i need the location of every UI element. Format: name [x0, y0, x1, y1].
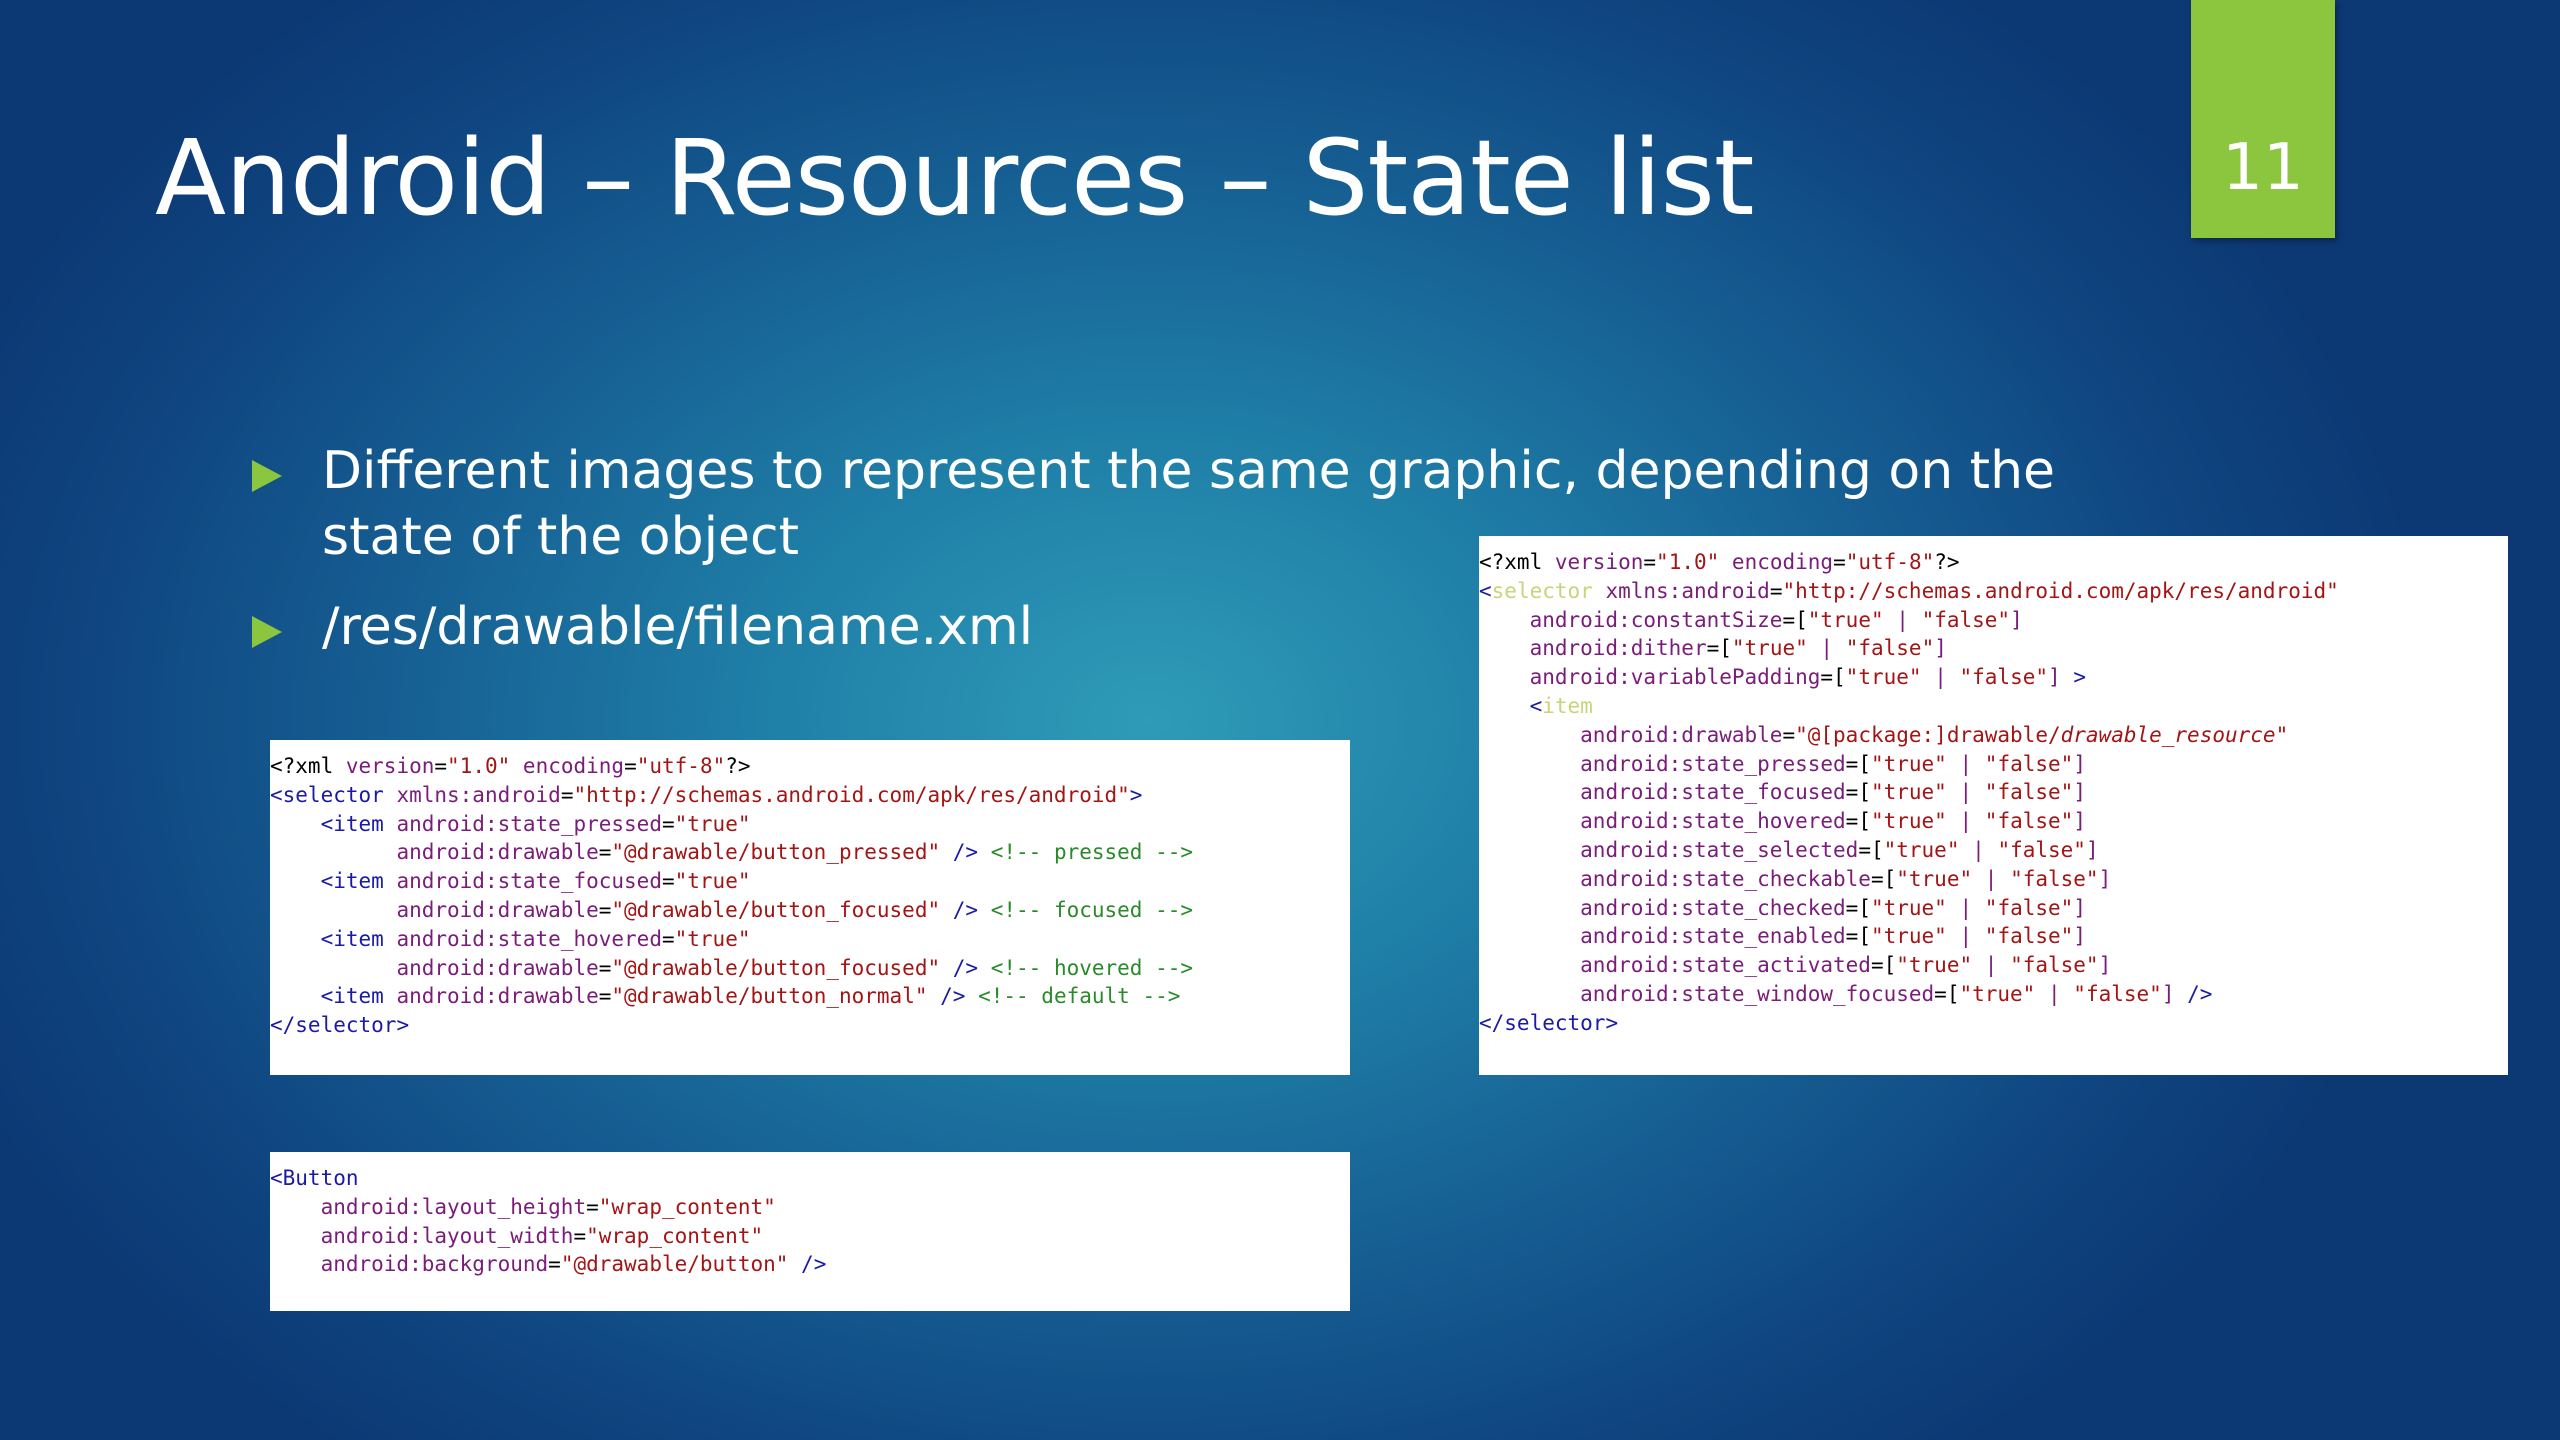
code-line: android:state_hovered=["true" | "false"] — [1580, 809, 2086, 834]
code-line: <selector xmlns:android="http://schemas.… — [1479, 578, 2339, 603]
code-line: <selector xmlns:android="http://schemas.… — [270, 782, 1143, 807]
code-line: </selector> — [1479, 1010, 1619, 1035]
page-number: 11 — [2222, 131, 2304, 205]
code-line: android:layout_width="wrap_content" — [320, 1223, 764, 1248]
code-line: android:drawable="@drawable/button_focus… — [396, 955, 1194, 980]
code-line: android:background="@drawable/button" /> — [320, 1252, 827, 1277]
code-line: android:state_activated=["true" | "false… — [1580, 953, 2112, 978]
code-line: <item — [1529, 693, 1593, 718]
slide-title: Android – Resources – State list — [155, 117, 1755, 239]
triangle-bullet-icon — [252, 460, 282, 492]
code-line: <item android:drawable="@drawable/button… — [320, 984, 1181, 1009]
code-line: <Button — [270, 1166, 359, 1190]
code-line: <item android:state_focused="true" — [320, 869, 751, 894]
bullet-text: /res/drawable/filename.xml — [322, 597, 1034, 657]
code-line: android:constantSize=["true" | "false"] — [1529, 607, 2023, 632]
code-line: android:state_window_focused=["true" | "… — [1580, 981, 2213, 1006]
code-line: android:state_checkable=["true" | "false… — [1580, 866, 2112, 891]
code-line: android:state_pressed=["true" | "false"] — [1580, 751, 2086, 776]
code-line: android:layout_height="wrap_content" — [320, 1194, 776, 1219]
selector-example-code-box: <?xml version="1.0" encoding="utf-8"?> <s… — [270, 740, 1350, 1075]
code-line: android:state_selected=["true" | "false"… — [1580, 837, 2099, 862]
code-line: android:state_enabled=["true" | "false"] — [1580, 924, 2086, 949]
code-line: android:state_checked=["true" | "false"] — [1580, 895, 2086, 920]
code-line: <item android:state_pressed="true" — [320, 811, 751, 836]
code-line: android:dither=["true" | "false"] — [1529, 636, 1947, 661]
code-line: <?xml version="1.0" encoding="utf-8"?> — [270, 754, 751, 778]
button-example-code: <Button android:layout_height="wrap_cont… — [270, 1152, 1350, 1279]
page-number-badge: 11 — [2191, 0, 2335, 238]
button-example-code-box: <Button android:layout_height="wrap_cont… — [270, 1152, 1350, 1311]
code-line: android:drawable="@drawable/button_press… — [396, 840, 1194, 865]
code-line: android:variablePadding=["true" | "false… — [1529, 665, 2086, 690]
selector-syntax-code: <?xml version="1.0" encoding="utf-8"?> <s… — [1479, 536, 2508, 1038]
code-line: <item android:state_hovered="true" — [320, 926, 751, 951]
selector-example-code: <?xml version="1.0" encoding="utf-8"?> <s… — [270, 740, 1350, 1040]
code-line: </selector> — [270, 1013, 410, 1038]
triangle-bullet-icon — [252, 616, 282, 648]
code-line: android:state_focused=["true" | "false"] — [1580, 780, 2086, 805]
code-line: android:drawable="@[package:]drawable/dr… — [1580, 722, 2289, 747]
code-line: <?xml version="1.0" encoding="utf-8"?> — [1479, 550, 1960, 574]
code-line: android:drawable="@drawable/button_focus… — [396, 897, 1194, 922]
selector-syntax-code-box: <?xml version="1.0" encoding="utf-8"?> <s… — [1479, 536, 2508, 1075]
